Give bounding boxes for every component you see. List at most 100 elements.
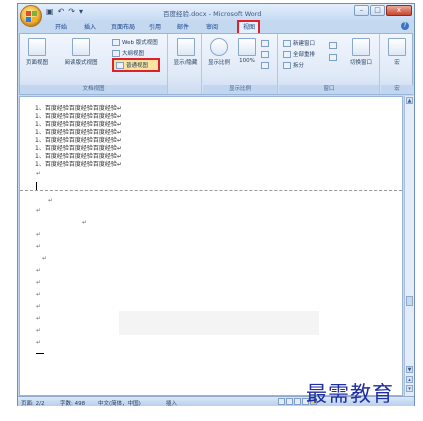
switch-windows-icon: [352, 38, 370, 56]
office-button[interactable]: [20, 5, 42, 27]
new-window-label: 新建窗口: [293, 41, 316, 47]
zoom-group-label: 显示比例: [203, 85, 277, 94]
paragraph-mark: ↵: [36, 231, 42, 238]
two-pages-button[interactable]: [261, 51, 269, 58]
outline-label: 大纲视图: [122, 51, 145, 57]
zoom-button[interactable]: 显示比例: [205, 38, 233, 66]
maximize-button[interactable]: □: [370, 5, 385, 16]
full-screen-reading-label: 阅读版式视图: [64, 60, 98, 66]
magnifier-icon: [210, 38, 228, 56]
new-window-button[interactable]: 新建窗口: [283, 39, 315, 47]
redo-icon[interactable]: ↷: [68, 7, 75, 17]
office-logo-icon: [26, 11, 37, 22]
web-layout-button[interactable]: Web 版式视图: [112, 38, 158, 46]
undo-icon[interactable]: ↶: [58, 7, 65, 17]
vertical-scrollbar[interactable]: ▲ ▼ ▴ ▾: [404, 96, 414, 396]
group-document-views: 页面视图 阅读版式视图 Web 版式视图 大纲视图 普通视图 文档视图: [20, 34, 168, 94]
group-macros: 宏 宏: [381, 34, 413, 94]
one-page-button[interactable]: [261, 40, 269, 47]
arrange-all-icon: [283, 50, 291, 58]
print-layout-icon: [28, 38, 46, 56]
paragraph-mark: ↵: [36, 339, 42, 346]
outline-button[interactable]: 大纲视图: [112, 49, 144, 57]
switch-windows-button[interactable]: 切换窗口: [345, 38, 377, 66]
arrange-all-button[interactable]: 全部重排: [283, 50, 315, 58]
show-hide-label: 显示/隐藏: [173, 60, 198, 66]
macros-icon: [388, 38, 406, 56]
save-icon[interactable]: ▣: [46, 7, 54, 17]
outline-icon: [112, 49, 120, 57]
zoom-button-label: 显示比例: [207, 60, 230, 66]
page-break-line: [20, 190, 402, 191]
customize-qat-icon[interactable]: ▾: [79, 7, 83, 17]
window-title: 百度经验.docx - Microsoft Word: [163, 10, 262, 18]
paragraph-mark: ↵: [36, 207, 42, 214]
side-by-side-icon: [329, 42, 337, 49]
scroll-up-icon[interactable]: ▲: [406, 97, 413, 104]
zoom-100-label: 100%: [239, 58, 255, 64]
print-layout-button[interactable]: 页面视图: [22, 38, 52, 66]
close-button[interactable]: x: [386, 5, 412, 16]
watermark-text: 最需教育: [306, 382, 394, 406]
paragraph-mark: ↵: [82, 219, 88, 226]
page-width-button[interactable]: [261, 62, 269, 69]
paragraph-mark: ↵: [36, 243, 42, 250]
paragraph-mark: ↵: [36, 315, 42, 322]
full-screen-reading-button[interactable]: 阅读版式视图: [56, 38, 106, 66]
split-icon: [283, 61, 291, 69]
prev-page-icon[interactable]: ▴: [406, 376, 413, 383]
status-page[interactable]: 页面: 2/2: [21, 399, 44, 407]
tab-insert[interactable]: 插入: [84, 22, 96, 31]
tab-page-layout[interactable]: 页面布局: [111, 22, 135, 31]
zoom-100-icon: [238, 38, 256, 56]
side-by-side-button[interactable]: [329, 42, 337, 49]
draft-button[interactable]: 普通视图: [116, 61, 148, 69]
group-zoom: 显示比例 100% 显示比例: [203, 34, 278, 94]
print-layout-label: 页面视图: [25, 60, 48, 66]
zoom-100-button[interactable]: 100%: [237, 38, 257, 64]
page-width-icon: [261, 62, 269, 69]
tab-review[interactable]: 审阅: [206, 22, 218, 31]
document-area[interactable]: 1、百度经验百度经验百度经验↵ 1、百度经验百度经验百度经验↵ 1、百度经验百度…: [19, 96, 403, 396]
paragraph-mark: ↵: [48, 197, 54, 204]
web-layout-label: Web 版式视图: [122, 40, 158, 46]
paragraph-mark: ↵: [42, 255, 48, 262]
end-of-document-marker: [36, 353, 44, 354]
web-layout-icon: [112, 38, 120, 46]
title-bar: ▣ ↶ ↷ ▾ 百度经验.docx - Microsoft Word – □ x: [18, 4, 414, 27]
help-icon[interactable]: ?: [401, 22, 409, 30]
full-screen-reading-icon: [72, 38, 90, 56]
status-language[interactable]: 中文(简体，中国): [98, 399, 141, 407]
document-views-label: 文档视图: [20, 85, 167, 94]
sync-scroll-button[interactable]: [329, 54, 337, 61]
scroll-down-icon[interactable]: ▼: [406, 366, 413, 373]
window-controls: – □ x: [354, 5, 412, 16]
minimize-button[interactable]: –: [354, 5, 369, 16]
blank-region: [119, 311, 319, 335]
show-hide-button[interactable]: 显示/隐藏: [173, 38, 198, 66]
new-window-icon: [283, 39, 291, 47]
next-page-icon[interactable]: ▾: [406, 385, 413, 392]
print-layout-view-icon[interactable]: [278, 398, 285, 405]
split-button[interactable]: 拆分: [283, 61, 304, 69]
status-word-count[interactable]: 字数: 498: [60, 399, 85, 407]
two-pages-icon: [261, 51, 269, 58]
paragraph-mark: ↵: [36, 267, 42, 274]
web-view-icon[interactable]: [294, 398, 301, 405]
macros-button[interactable]: 宏: [387, 38, 407, 66]
reading-view-icon[interactable]: [286, 398, 293, 405]
doc-line: 1、百度经验百度经验百度经验↵: [35, 161, 122, 168]
tab-mailings[interactable]: 邮件: [177, 22, 189, 31]
status-insert-mode[interactable]: 插入: [166, 399, 177, 407]
tab-home[interactable]: 开始: [55, 22, 67, 31]
group-show-hide: 显示/隐藏: [169, 34, 202, 94]
paragraph-mark: ↵: [36, 327, 42, 334]
paragraph-mark: ↵: [36, 291, 42, 298]
draft-label: 普通视图: [126, 63, 149, 69]
paragraph-mark: ↵: [36, 279, 42, 286]
macros-button-label: 宏: [394, 60, 400, 66]
show-hide-icon: [176, 38, 195, 56]
scroll-thumb[interactable]: [406, 296, 413, 306]
paragraph-mark: ↵: [36, 170, 42, 177]
tab-references[interactable]: 引用: [149, 22, 161, 31]
